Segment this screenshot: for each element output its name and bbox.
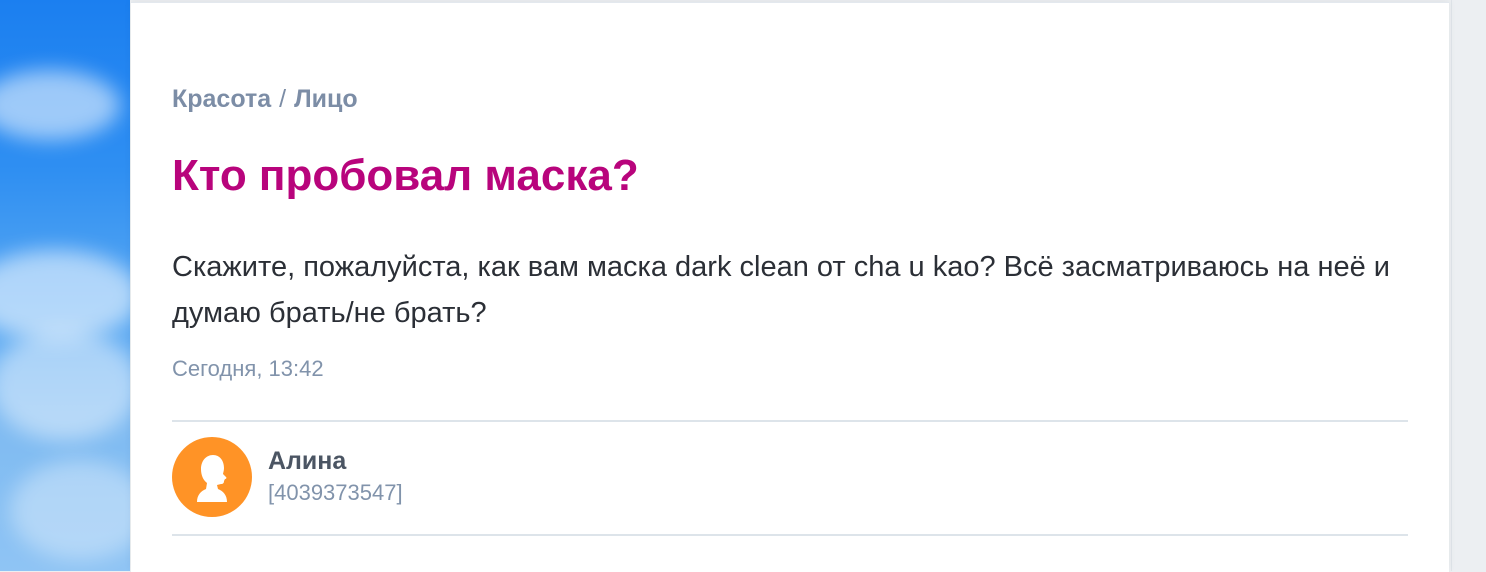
post-title: Кто пробовал маска?	[172, 151, 639, 200]
background-sky	[0, 0, 130, 571]
author-block: Алина [4039373547]	[172, 437, 403, 517]
author-info: Алина [4039373547]	[268, 445, 403, 509]
user-silhouette-icon	[197, 455, 227, 502]
cloud-decoration	[10, 460, 130, 560]
author-name[interactable]: Алина	[268, 445, 403, 477]
avatar[interactable]	[172, 437, 252, 517]
right-gutter	[1451, 0, 1486, 571]
divider	[172, 420, 1408, 422]
author-id: [4039373547]	[268, 480, 403, 505]
breadcrumb-category-link[interactable]: Красота	[172, 85, 271, 113]
divider	[172, 534, 1408, 536]
post-body: Скажите, пожалуйста, как вам маска dark …	[172, 251, 1390, 329]
cloud-decoration	[0, 330, 130, 440]
cloud-decoration	[0, 250, 130, 340]
post-card: Красота / Лицо Кто пробовал маска? Скажите…	[131, 2, 1449, 572]
post-timestamp: Сегодня, 13:42	[172, 356, 324, 381]
breadcrumb-separator: /	[279, 85, 287, 113]
breadcrumb: Красота / Лицо	[172, 85, 358, 114]
cloud-decoration	[0, 70, 120, 140]
breadcrumb-subcategory-link[interactable]: Лицо	[294, 85, 358, 113]
